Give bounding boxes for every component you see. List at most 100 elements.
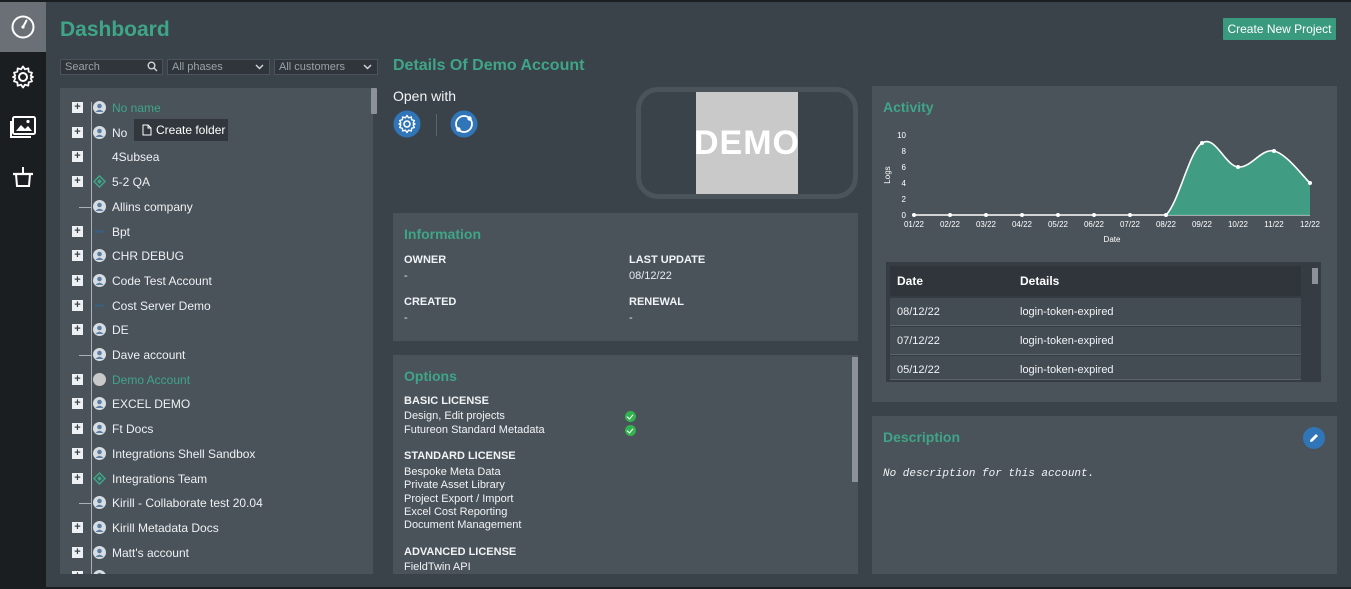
tree-item[interactable]: + Demo Account bbox=[72, 370, 372, 390]
tree-item[interactable]: + Ft Docs bbox=[72, 419, 372, 439]
table-row[interactable]: 07/12/22 login-token-expired bbox=[890, 327, 1301, 355]
settings-nav-button[interactable] bbox=[0, 52, 46, 102]
data-point bbox=[1128, 213, 1132, 217]
row-details: login-token-expired bbox=[1020, 305, 1114, 318]
expand-plus-icon[interactable]: + bbox=[72, 176, 83, 188]
row-date: 08/12/22 bbox=[897, 305, 940, 318]
data-point bbox=[1236, 165, 1240, 169]
diamond-logo-icon bbox=[93, 175, 106, 189]
expand-plus-icon[interactable]: + bbox=[72, 472, 83, 484]
open-with-fieldtwin-icon[interactable] bbox=[450, 110, 478, 138]
expand-plus-icon[interactable]: + bbox=[72, 373, 83, 385]
basic-license-heading: BASIC LICENSE bbox=[404, 395, 489, 407]
tree-item-label: Demo Account bbox=[112, 372, 191, 387]
data-point bbox=[1308, 181, 1312, 185]
assets-nav-button[interactable] bbox=[0, 152, 46, 202]
tree-item[interactable]: + Bpt bbox=[72, 222, 372, 242]
created-label: CREATED bbox=[404, 296, 457, 308]
user-avatar-icon bbox=[93, 348, 106, 361]
tree-item-label: Dave account bbox=[112, 348, 186, 362]
description-title: Description bbox=[883, 429, 961, 445]
expand-plus-icon[interactable]: + bbox=[72, 546, 83, 558]
phases-select[interactable]: All phases bbox=[167, 59, 270, 75]
expand-plus-icon[interactable]: + bbox=[72, 571, 83, 574]
data-point bbox=[1200, 141, 1204, 145]
create-folder-label: Create folder bbox=[156, 123, 226, 137]
pencil-icon bbox=[1310, 434, 1318, 442]
basic-license-item: Design, Edit projects bbox=[404, 410, 505, 422]
expand-plus-icon[interactable]: + bbox=[72, 324, 83, 336]
open-with-label: Open with bbox=[393, 88, 457, 104]
tree-item-label: Matt's account bbox=[112, 545, 189, 560]
check-circle-icon bbox=[625, 411, 636, 422]
expand-plus-icon[interactable]: + bbox=[72, 225, 83, 237]
expand-plus-icon[interactable]: + bbox=[72, 447, 83, 459]
tree-item[interactable]: + Integrations Team bbox=[72, 469, 372, 489]
tree-item[interactable]: + Cost Server Demo bbox=[72, 296, 372, 316]
tree-item[interactable]: + bbox=[72, 567, 372, 574]
standard-license-item: Bespoke Meta Data bbox=[404, 466, 501, 478]
tree-item[interactable]: Kirill - Collaborate test 20.04 bbox=[72, 493, 372, 513]
edit-description-button[interactable] bbox=[1303, 427, 1325, 449]
gallery-nav-button[interactable] bbox=[0, 102, 46, 152]
table-row[interactable]: 08/12/22 login-token-expired bbox=[890, 298, 1301, 326]
tree-item[interactable]: +5-2 QA bbox=[72, 172, 372, 192]
expand-plus-icon[interactable]: + bbox=[72, 102, 83, 113]
expand-plus-icon[interactable]: + bbox=[72, 299, 83, 311]
expand-plus-icon[interactable]: + bbox=[72, 151, 83, 163]
chevron-down-icon bbox=[255, 64, 264, 70]
create-new-project-button[interactable]: Create New Project bbox=[1223, 18, 1336, 40]
data-point bbox=[1056, 213, 1060, 217]
open-with-settings-icon[interactable] bbox=[393, 110, 421, 138]
x-tick-label: 06/22 bbox=[1084, 220, 1105, 229]
tree-item-label: 4Subsea bbox=[112, 150, 160, 165]
chevron-down-icon bbox=[363, 64, 372, 70]
data-point bbox=[912, 213, 916, 217]
created-value: - bbox=[404, 312, 408, 324]
row-details: login-token-expired bbox=[1020, 364, 1114, 376]
user-avatar-icon bbox=[93, 496, 106, 510]
table-row[interactable]: 05/12/22 login-token-expired bbox=[890, 356, 1301, 380]
y-tick-label: 8 bbox=[902, 147, 907, 156]
tree-item[interactable]: + No name bbox=[72, 98, 372, 118]
tree-scrollbar[interactable] bbox=[371, 88, 377, 114]
tree-item[interactable]: Allins company bbox=[72, 197, 372, 217]
tree-item-label: Code Test Account bbox=[112, 273, 212, 288]
expand-plus-icon[interactable]: + bbox=[72, 250, 83, 262]
tree-item[interactable]: Dave account bbox=[72, 345, 372, 365]
options-scrollbar[interactable] bbox=[852, 357, 858, 482]
activity-title: Activity bbox=[883, 99, 934, 115]
tree-connector bbox=[79, 503, 92, 505]
diamond-logo-icon bbox=[93, 471, 106, 485]
create-folder-tooltip[interactable]: Create folder bbox=[134, 119, 228, 141]
standard-license-item: Project Export / Import bbox=[404, 493, 514, 505]
activity-chart: 0 2 4 6 8 10 Logs 01/22 02/22 03/22 04/22 05/22 06/2… bbox=[883, 131, 1321, 244]
date-column-header: Date bbox=[897, 274, 924, 288]
tree-item-label: Ft Docs bbox=[112, 422, 154, 437]
expand-plus-icon[interactable]: + bbox=[72, 126, 83, 138]
x-tick-label: 02/22 bbox=[940, 220, 961, 229]
description-panel: Description No description for this acco… bbox=[872, 416, 1337, 574]
expand-plus-icon[interactable]: + bbox=[72, 398, 83, 410]
tree-item[interactable]: + Integrations Shell Sandbox bbox=[72, 444, 372, 464]
tree-item[interactable]: + Kirill Metadata Docs bbox=[72, 518, 372, 538]
tree-item[interactable]: + EXCEL DEMO bbox=[72, 394, 372, 414]
dashboard-nav-button[interactable] bbox=[0, 2, 46, 52]
user-avatar-icon bbox=[93, 520, 106, 534]
expand-plus-icon[interactable]: + bbox=[72, 274, 83, 286]
activity-table-scrollbar[interactable] bbox=[1312, 268, 1318, 284]
tree-item-label: Allins company bbox=[112, 199, 193, 214]
tree-item[interactable]: + DE bbox=[72, 320, 372, 340]
x-axis-label: Date bbox=[1104, 235, 1121, 244]
expand-plus-icon[interactable]: + bbox=[72, 423, 83, 435]
company-logo-icon bbox=[95, 304, 104, 307]
tree-item[interactable]: + Matt's account bbox=[72, 543, 372, 563]
search-input[interactable]: Search bbox=[60, 59, 163, 75]
activity-area bbox=[914, 141, 1310, 215]
tree-item-label: No name bbox=[112, 101, 161, 115]
expand-plus-icon[interactable]: + bbox=[72, 521, 83, 533]
tree-item[interactable]: + CHR DEBUG bbox=[72, 246, 372, 266]
customers-select[interactable]: All customers bbox=[274, 59, 378, 75]
tree-item[interactable]: + Code Test Account bbox=[72, 271, 372, 291]
tree-item[interactable]: +4Subsea bbox=[72, 147, 372, 167]
